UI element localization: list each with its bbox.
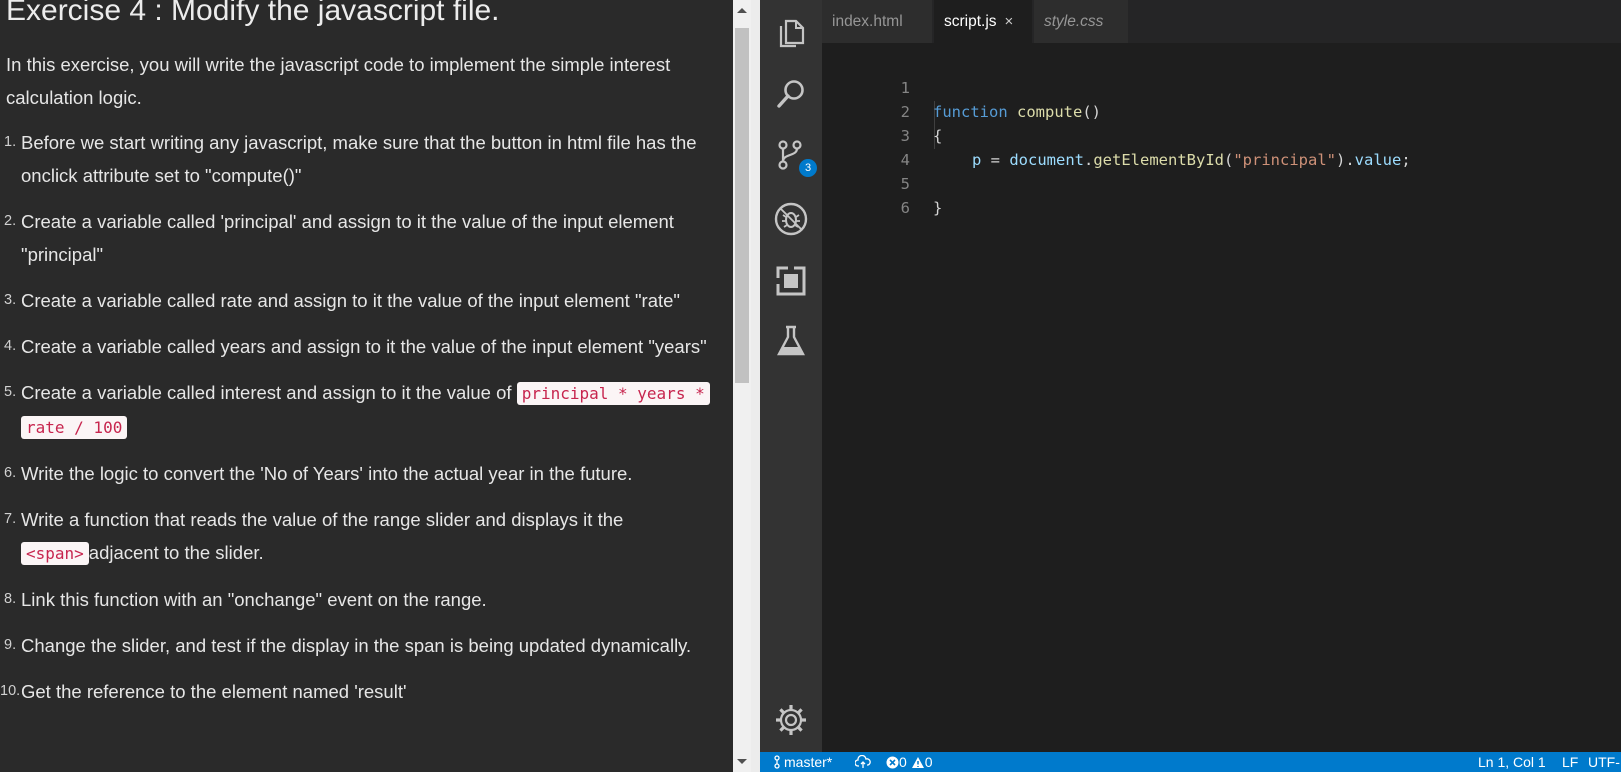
tab-script-js[interactable]: script.js × — [934, 0, 1032, 43]
cloud-sync-icon[interactable] — [854, 752, 871, 772]
step-text: Create a variable called interest and as… — [21, 382, 517, 403]
scroll-down-arrow-icon[interactable] — [737, 759, 747, 764]
step-item: 1. Before we start writing any javascript… — [4, 132, 697, 186]
debug-icon[interactable] — [773, 201, 809, 237]
close-icon[interactable]: × — [1005, 13, 1014, 30]
step-text: Write a function that reads the value of… — [21, 509, 624, 530]
step-text: Change the slider, and test if the displ… — [21, 635, 692, 656]
code-line: 2 { — [822, 76, 943, 145]
tab-style-css[interactable]: style.css — [1034, 0, 1128, 43]
warning-icon — [911, 757, 924, 768]
step-item: 10. Get the reference to the element name… — [0, 681, 407, 702]
status-bar: master* 0 0 Ln 1, Col 1 LF UTF- — [760, 752, 1621, 772]
files-icon[interactable] — [773, 15, 809, 51]
tab-index-html[interactable]: index.html — [822, 0, 932, 43]
step-item: 8. Link this function with an "onchange" … — [4, 589, 487, 610]
branch-icon — [774, 755, 780, 769]
line-ending[interactable]: LF — [1562, 752, 1578, 772]
scroll-thumb[interactable] — [735, 28, 749, 383]
encoding[interactable]: UTF- — [1588, 752, 1620, 772]
line-number: 6 — [900, 199, 910, 217]
inline-code: <span> — [21, 542, 89, 565]
step-item: 5. Create a variable called interest and … — [0, 376, 715, 444]
step-item: 3. Create a variable called rate and assi… — [4, 290, 680, 311]
activity-bar: 3 — [760, 0, 822, 752]
code-area[interactable]: 1 function compute() 2 { 3 p = document.… — [822, 43, 1621, 752]
step-text: Create a variable called 'principal' and… — [21, 211, 674, 265]
step-item: 6. Write the logic to convert the 'No of … — [4, 463, 633, 484]
editor-tab-bar: index.html script.js × style.css — [822, 0, 1621, 43]
scm-badge: 3 — [799, 159, 817, 177]
step-item: 7. Write a function that reads the value … — [4, 509, 624, 565]
instructions-scrollbar[interactable] — [733, 0, 751, 772]
step-text: Before we start writing any javascript, … — [21, 132, 697, 186]
step-text: Create a variable called rate and assign… — [21, 290, 680, 311]
search-icon[interactable] — [773, 76, 809, 112]
cursor-position[interactable]: Ln 1, Col 1 — [1478, 752, 1546, 772]
code-line: 1 function compute() — [822, 52, 1101, 121]
step-item: 2. Create a variable called 'principal' a… — [4, 211, 674, 265]
exercise-intro: In this exercise, you will write the jav… — [6, 54, 671, 108]
exercise-title: Exercise 4 : Modify the javascript file. — [6, 0, 500, 27]
step-item: 9. Change the slider, and test if the dis… — [4, 635, 692, 656]
pane-divider — [751, 0, 760, 772]
extensions-icon[interactable] — [773, 263, 809, 299]
steps-list: 1. Before we start writing any javascript… — [0, 126, 715, 721]
step-text-after: adjacent to the slider. — [88, 542, 264, 563]
code-line: 6 — [822, 172, 910, 217]
branch-indicator[interactable]: master* — [774, 752, 832, 772]
problems-indicator[interactable]: 0 0 — [886, 752, 932, 772]
code-line: 3 p = document.getElementById("principal… — [822, 100, 1411, 169]
step-text: Link this function with an "onchange" ev… — [21, 589, 487, 610]
instructions-pane: Exercise 4 : Modify the javascript file.… — [0, 0, 733, 772]
code-editor: 3 index.html script.js × style.css 1 func… — [760, 0, 1621, 772]
code-line: 5 } — [822, 148, 943, 217]
step-item: 4. Create a variable called years and ass… — [4, 336, 707, 357]
step-text: Create a variable called years and assig… — [21, 336, 707, 357]
error-icon — [886, 756, 899, 769]
step-text: Get the reference to the element named '… — [21, 681, 407, 702]
code-line: 4 — [822, 124, 910, 169]
step-text: Write the logic to convert the 'No of Ye… — [21, 463, 633, 484]
source-control-icon[interactable]: 3 — [773, 137, 817, 177]
test-flask-icon[interactable] — [773, 323, 809, 359]
gear-icon[interactable] — [773, 702, 809, 738]
scroll-up-arrow-icon[interactable] — [737, 8, 747, 13]
